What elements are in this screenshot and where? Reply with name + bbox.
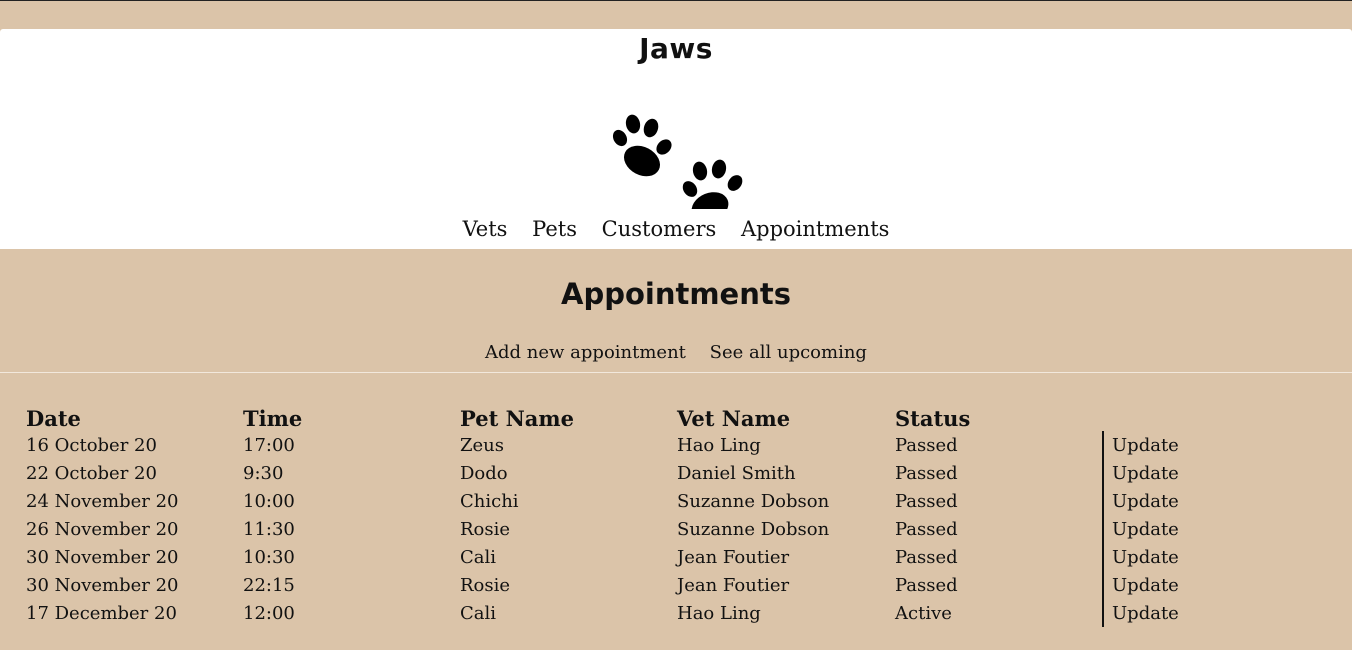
cell-pet: Chichi (460, 490, 519, 512)
appointment-actions: Add new appointment See all upcoming (0, 339, 1352, 367)
update-link[interactable]: Update (1102, 515, 1311, 543)
appointments-table: Date Time Pet Name Vet Name Status 16 Oc… (18, 399, 1311, 627)
table-row: 30 November 20 10:30 Cali Jean Foutier P… (18, 543, 1311, 571)
column-header-pet-name: Pet Name (460, 406, 574, 431)
cell-time: 12:00 (243, 602, 295, 624)
cell-pet: Cali (460, 602, 497, 624)
column-header-vet-name: Vet Name (677, 406, 791, 431)
cell-status: Passed (895, 518, 958, 540)
cell-status: Passed (895, 574, 958, 596)
divider (0, 372, 1352, 373)
cell-pet: Rosie (460, 518, 511, 540)
cell-vet: Daniel Smith (677, 462, 796, 484)
cell-vet: Hao Ling (677, 434, 761, 456)
cell-vet: Jean Foutier (677, 574, 790, 596)
cell-vet: Hao Ling (677, 602, 761, 624)
cell-date: 17 December 20 (26, 602, 177, 624)
cell-vet: Jean Foutier (677, 546, 790, 568)
main-content: Appointments Add new appointment See all… (0, 249, 1352, 650)
cell-pet: Cali (460, 546, 497, 568)
cell-date: 30 November 20 (26, 574, 179, 596)
cell-status: Passed (895, 490, 958, 512)
nav-customers[interactable]: Customers (602, 213, 717, 245)
cell-date: 16 October 20 (26, 434, 157, 456)
cell-status: Active (895, 602, 952, 624)
see-upcoming-link[interactable]: See all upcoming (710, 339, 867, 367)
table-row: 24 November 20 10:00 Chichi Suzanne Dobs… (18, 487, 1311, 515)
cell-date: 26 November 20 (26, 518, 179, 540)
cell-time: 10:30 (243, 546, 295, 568)
update-link[interactable]: Update (1102, 487, 1311, 515)
brand-title: Jaws (639, 32, 713, 65)
cell-time: 22:15 (243, 574, 295, 596)
cell-time: 10:00 (243, 490, 295, 512)
column-header-action (1103, 399, 1311, 431)
table-row: 16 October 20 17:00 Zeus Hao Ling Passed… (18, 431, 1311, 459)
add-appointment-link[interactable]: Add new appointment (485, 339, 686, 367)
main-nav: Vets Pets Customers Appointments (0, 213, 1352, 245)
cell-date: 24 November 20 (26, 490, 179, 512)
cell-date: 30 November 20 (26, 546, 179, 568)
table-row: 22 October 20 9:30 Dodo Daniel Smith Pas… (18, 459, 1311, 487)
update-link[interactable]: Update (1102, 571, 1311, 599)
cell-date: 22 October 20 (26, 462, 157, 484)
table-row: 30 November 20 22:15 Rosie Jean Foutier … (18, 571, 1311, 599)
update-link[interactable]: Update (1102, 431, 1311, 459)
nav-vets[interactable]: Vets (463, 213, 508, 245)
cell-time: 11:30 (243, 518, 295, 540)
site-header: Jaws Vets Pets Customers Appointments (0, 29, 1352, 249)
cell-time: 9:30 (243, 462, 284, 484)
update-link[interactable]: Update (1102, 543, 1311, 571)
cell-time: 17:00 (243, 434, 295, 456)
column-header-time: Time (243, 406, 303, 431)
nav-appointments[interactable]: Appointments (741, 213, 889, 245)
nav-pets[interactable]: Pets (532, 213, 577, 245)
table-header-row: Date Time Pet Name Vet Name Status (18, 399, 1311, 431)
update-link[interactable]: Update (1102, 599, 1311, 627)
cell-vet: Suzanne Dobson (677, 518, 830, 540)
table-row: 17 December 20 12:00 Cali Hao Ling Activ… (18, 599, 1311, 627)
cell-vet: Suzanne Dobson (677, 490, 830, 512)
cell-pet: Rosie (460, 574, 511, 596)
cell-status: Passed (895, 546, 958, 568)
cell-pet: Dodo (460, 462, 508, 484)
page-title: Appointments (561, 277, 791, 311)
update-link[interactable]: Update (1102, 459, 1311, 487)
paw-prints-icon (612, 114, 743, 209)
cell-status: Passed (895, 434, 958, 456)
cell-pet: Zeus (460, 434, 504, 456)
cell-status: Passed (895, 462, 958, 484)
column-header-status: Status (895, 406, 971, 431)
column-header-date: Date (26, 406, 81, 431)
top-strip (0, 1, 1352, 29)
table-row: 26 November 20 11:30 Rosie Suzanne Dobso… (18, 515, 1311, 543)
